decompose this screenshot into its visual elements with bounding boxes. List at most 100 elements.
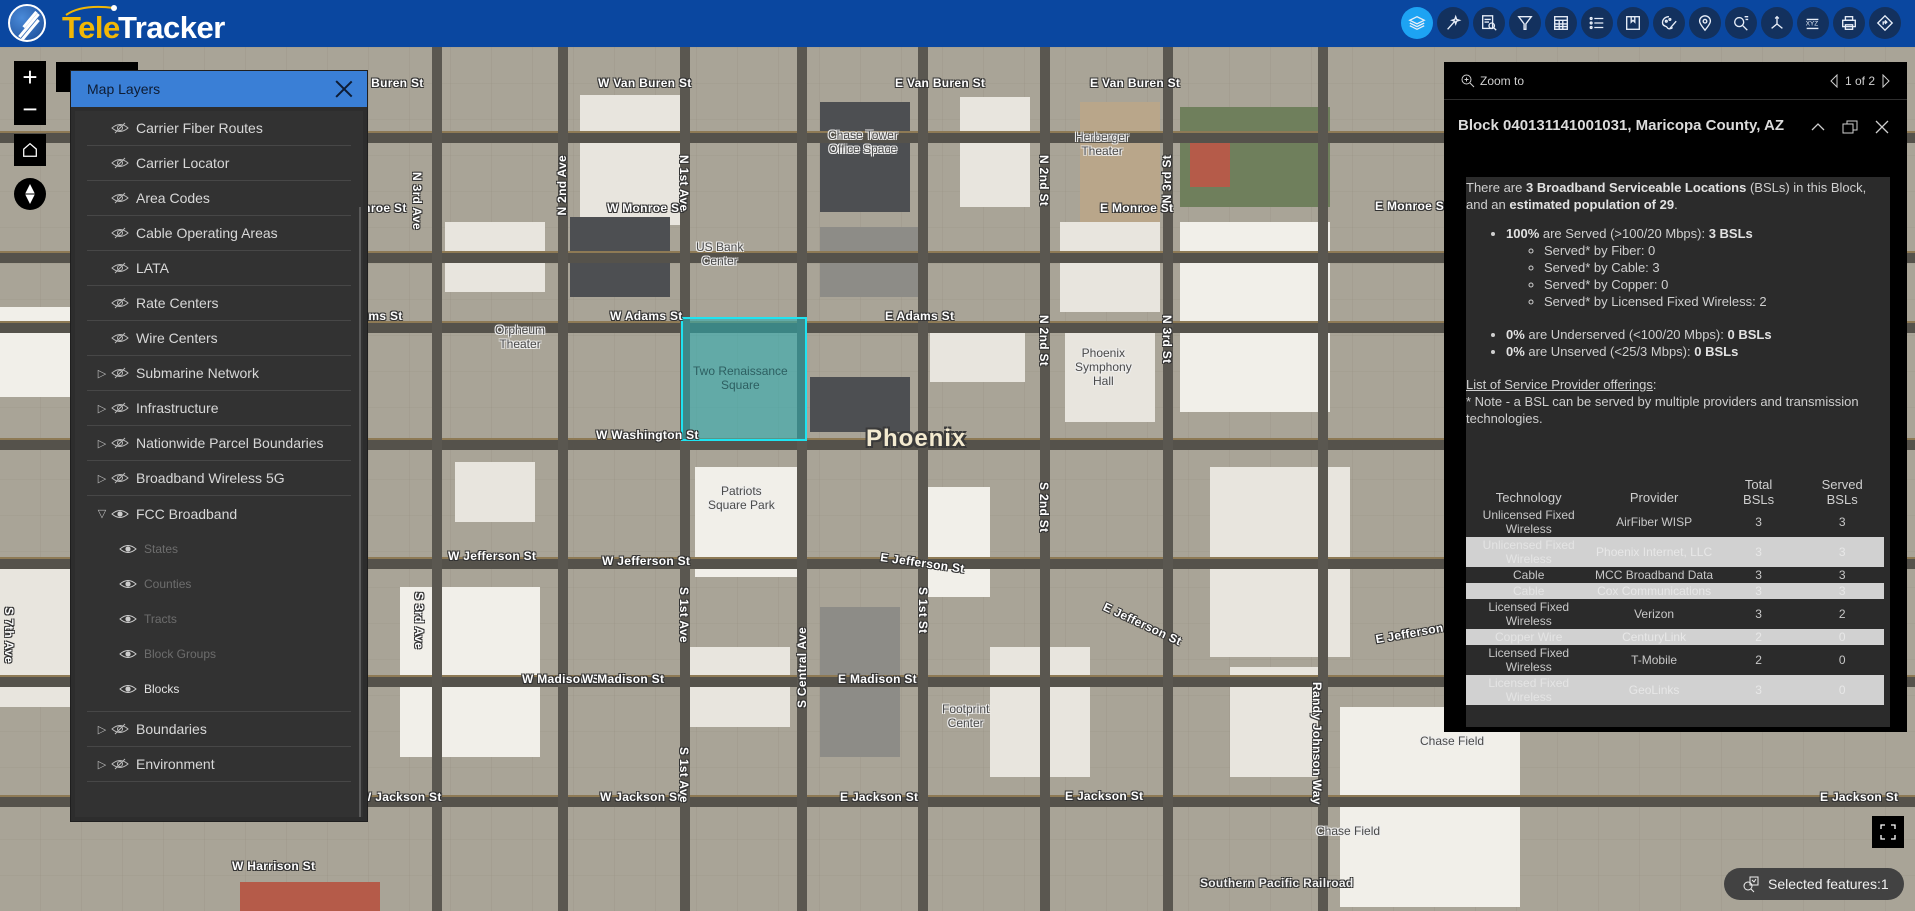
cell-served: 3 (1800, 537, 1884, 567)
expand-caret-icon[interactable]: ▷ (95, 437, 109, 450)
pager-count: 1 of 2 (1844, 73, 1875, 88)
bookmarks-button[interactable] (1617, 7, 1649, 39)
xyz-button[interactable]: XYZ (1797, 7, 1829, 39)
visible-eye-icon[interactable] (119, 683, 137, 695)
layers-button[interactable] (1401, 7, 1433, 39)
street-label: N 3rd Ave (410, 172, 424, 230)
layer-list-container: ▷Carrier Fiber Routes▷Carrier Locator▷Ar… (75, 111, 363, 817)
layer-item[interactable]: ▷ Environment (87, 747, 351, 782)
hidden-eye-icon[interactable] (111, 402, 129, 414)
close-popup-icon[interactable] (1873, 118, 1891, 136)
sublayer-item[interactable]: Counties (87, 566, 351, 601)
sublayer-item[interactable]: Tracts (87, 601, 351, 636)
summary-text: . (1674, 197, 1678, 212)
map-building (240, 882, 380, 911)
filter-button[interactable] (1509, 7, 1541, 39)
zoom-to-button[interactable]: Zoom to (1460, 73, 1524, 89)
street-label: Randy Johnson Way (1310, 682, 1324, 805)
collapse-chevron-up-icon[interactable] (1809, 118, 1827, 136)
layer-item[interactable]: ▷Cable Operating Areas (87, 216, 351, 251)
sublayer-item[interactable]: States (87, 531, 351, 566)
previous-feature-icon[interactable] (1829, 73, 1839, 88)
layer-item[interactable]: ▷ Broadband Wireless 5G (87, 461, 351, 496)
provider-table: Technology Provider Total BSLs Served BS… (1466, 477, 1884, 705)
expand-caret-icon[interactable]: ▷ (95, 472, 109, 485)
sublayer-item[interactable]: Block Groups (87, 636, 351, 671)
hidden-eye-icon[interactable] (111, 297, 129, 309)
layer-item[interactable]: ▷Carrier Locator (87, 146, 351, 181)
hidden-eye-icon[interactable] (111, 758, 129, 770)
visible-eye-icon[interactable] (119, 578, 137, 590)
home-button[interactable] (14, 134, 46, 166)
layer-label: Submarine Network (136, 365, 259, 381)
hidden-eye-icon[interactable] (111, 192, 129, 204)
hidden-eye-icon[interactable] (111, 122, 129, 134)
layer-item[interactable]: ▷Rate Centers (87, 286, 351, 321)
summary-text: There are (1466, 180, 1526, 195)
expand-caret-icon[interactable]: ▷ (95, 758, 109, 771)
coordinates-button[interactable] (1761, 7, 1793, 39)
query-button[interactable] (1473, 7, 1505, 39)
layer-item[interactable]: ▷ Boundaries (87, 712, 351, 747)
visible-eye-icon[interactable] (119, 613, 137, 625)
basemap-button[interactable] (1653, 7, 1685, 39)
legend-button[interactable] (1581, 7, 1613, 39)
street-label: E Jackson St (1820, 790, 1899, 804)
layer-list-scrollbar[interactable] (359, 207, 361, 817)
street-label: N 1st Ave (677, 155, 691, 212)
layer-item[interactable]: ▷ Nationwide Parcel Boundaries (87, 426, 351, 461)
underserved-count: 0 BSLs (1727, 327, 1772, 342)
map-building (920, 487, 990, 597)
provider-row: Licensed Fixed Wireless Verizon 3 2 (1466, 599, 1884, 629)
hidden-eye-icon[interactable] (111, 472, 129, 484)
close-icon[interactable] (335, 80, 353, 98)
app-logo-icon[interactable] (8, 4, 46, 42)
next-feature-icon[interactable] (1881, 73, 1891, 88)
attribute-table-button[interactable] (1545, 7, 1577, 39)
directions-button[interactable] (1869, 7, 1901, 39)
layer-item[interactable]: ▷Wire Centers (87, 321, 351, 356)
layer-item[interactable]: ▷Carrier Fiber Routes (87, 111, 351, 146)
hidden-eye-icon[interactable] (111, 157, 129, 169)
hidden-eye-icon[interactable] (111, 262, 129, 274)
hidden-eye-icon[interactable] (111, 332, 129, 344)
street-label: W Harrison St (232, 859, 316, 873)
cell-technology: Unlicensed Fixed Wireless (1466, 537, 1592, 567)
layer-item[interactable]: ▷ Submarine Network (87, 356, 351, 391)
service-provider-offerings-link[interactable]: List of Service Provider offerings (1466, 376, 1653, 393)
selected-features-button[interactable]: Selected features:1 (1724, 868, 1904, 900)
hidden-eye-icon[interactable] (111, 227, 129, 239)
hidden-eye-icon[interactable] (111, 437, 129, 449)
compass-button[interactable] (14, 178, 46, 210)
print-button[interactable] (1833, 7, 1865, 39)
expand-caret-icon[interactable]: ▷ (95, 723, 109, 736)
provider-table-body: Unlicensed Fixed Wireless AirFiber WISP 3 3… (1466, 507, 1884, 705)
search-list-icon (1734, 16, 1749, 31)
expand-caret-icon[interactable]: ▷ (95, 402, 109, 415)
collapse-caret-icon[interactable]: ▽ (95, 507, 109, 520)
provider-row: Cable MCC Broadband Data 3 3 (1466, 567, 1884, 583)
hidden-eye-icon[interactable] (111, 367, 129, 379)
hidden-eye-icon[interactable] (111, 723, 129, 735)
layer-item[interactable]: ▷ Infrastructure (87, 391, 351, 426)
locate-button[interactable] (1689, 7, 1721, 39)
expand-caret-icon[interactable]: ▷ (95, 367, 109, 380)
visible-eye-icon[interactable] (119, 543, 137, 555)
served-pct: 100% (1506, 226, 1540, 241)
visible-eye-icon[interactable] (119, 648, 137, 660)
street-label: S 1st St (916, 587, 930, 634)
dock-icon[interactable] (1841, 118, 1859, 136)
analysis-button[interactable] (1437, 7, 1469, 39)
zoom-out-button[interactable]: − (14, 93, 46, 125)
zoom-in-button[interactable]: + (14, 61, 46, 93)
fullscreen-button[interactable] (1872, 816, 1904, 848)
layer-item[interactable]: ▽ FCC Broadband (87, 496, 351, 531)
sublayer-item[interactable]: Blocks (87, 671, 351, 706)
layer-item[interactable]: ▷Area Codes (87, 181, 351, 216)
street-label: E Jackson St (840, 790, 919, 804)
layer-label: LATA (136, 260, 169, 276)
layer-item[interactable]: ▷LATA (87, 251, 351, 286)
layer-label: Boundaries (136, 721, 207, 737)
visible-eye-icon[interactable] (111, 508, 129, 520)
search-button[interactable] (1725, 7, 1757, 39)
